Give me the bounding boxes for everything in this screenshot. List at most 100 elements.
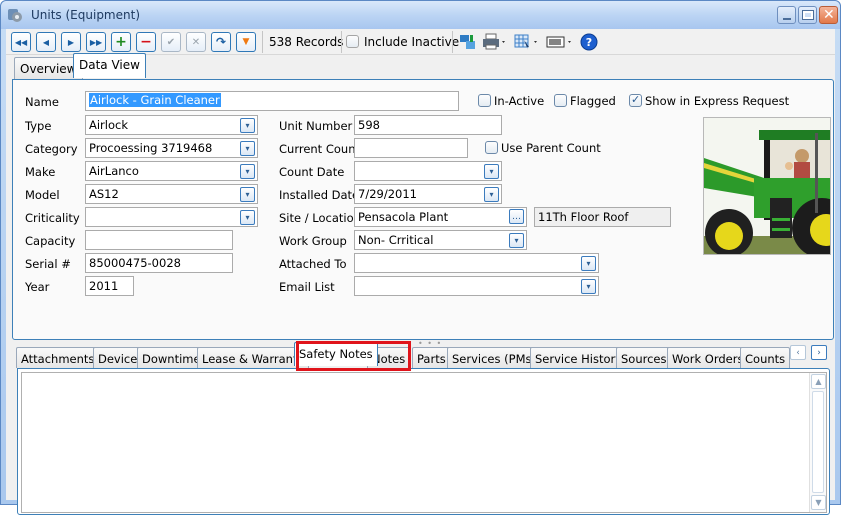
email-list-label: Email List <box>279 280 335 294</box>
toolbar-separator <box>341 31 342 53</box>
chevron-down-icon[interactable]: ▾ <box>484 187 499 202</box>
year-input[interactable]: 2011 <box>85 276 134 296</box>
last-record-button[interactable]: ▶▶ <box>86 32 106 52</box>
category-dropdown[interactable]: Procoessing 3719468 ▾ <box>85 138 258 158</box>
cancel-edit-button[interactable]: ✕ <box>186 32 206 52</box>
tab-downtime[interactable]: Downtime <box>137 347 206 368</box>
model-dropdown[interactable]: AS12 ▾ <box>85 184 258 204</box>
scroll-down-button[interactable]: ▼ <box>811 495 826 510</box>
redo-icon: ↷ <box>215 35 227 49</box>
transfer-button[interactable] <box>459 33 477 51</box>
chevron-down-icon[interactable]: ▾ <box>240 164 255 179</box>
tab-label: Data View <box>79 58 140 72</box>
work-group-value: Non- Crritical <box>358 233 434 247</box>
add-record-button[interactable]: + <box>111 32 131 52</box>
refresh-button[interactable]: ↷ <box>211 32 231 52</box>
previous-record-button[interactable]: ◀ <box>36 32 56 52</box>
chevron-down-icon[interactable]: ▾ <box>581 256 596 271</box>
tractor-photo <box>704 118 830 254</box>
work-group-dropdown[interactable]: Non- Crritical ▾ <box>354 230 527 250</box>
tab-work-orders[interactable]: Work Orders <box>667 347 749 368</box>
name-label: Name <box>25 95 59 109</box>
count-date-picker[interactable]: ▾ <box>354 161 502 181</box>
make-value: AirLanco <box>89 164 139 178</box>
first-record-button[interactable]: ◀◀ <box>11 32 31 52</box>
in-active-checkbox[interactable] <box>478 94 491 107</box>
name-input[interactable]: Airlock - Grain Cleaner <box>85 91 459 111</box>
chevron-down-icon[interactable]: ▾ <box>581 279 596 294</box>
chevron-down-icon[interactable]: ▾ <box>509 233 524 248</box>
email-list-dropdown[interactable]: ▾ <box>354 276 599 296</box>
tab-counts[interactable]: Counts <box>740 347 791 368</box>
tab-service-history[interactable]: Service History <box>530 347 628 368</box>
attached-to-dropdown[interactable]: ▾ <box>354 253 599 273</box>
vertical-scrollbar[interactable]: ▲ ▼ <box>809 373 826 512</box>
scroll-track[interactable] <box>812 391 824 493</box>
serial-input[interactable]: 85000475-0028 <box>85 253 233 273</box>
safety-notes-textarea[interactable]: ▲ ▼ <box>21 372 827 513</box>
flagged-checkbox[interactable] <box>554 94 567 107</box>
tab-device[interactable]: Device <box>93 347 143 368</box>
tab-sources[interactable]: Sources <box>616 347 672 368</box>
show-in-express-request-checkbox[interactable] <box>629 93 642 107</box>
delete-record-button[interactable]: − <box>136 32 156 52</box>
save-record-button[interactable]: ✔ <box>161 32 181 52</box>
tab-label: Services (PMs) <box>452 352 536 366</box>
x-icon: ✕ <box>191 36 201 48</box>
chevron-down-icon[interactable]: ▾ <box>240 210 255 225</box>
site-location-value: Pensacola Plant <box>358 210 449 224</box>
installed-date-picker[interactable]: 7/29/2011 ▾ <box>354 184 502 204</box>
tab-label: Downtime <box>142 352 201 366</box>
tab-data-view[interactable]: Data View <box>73 53 146 78</box>
equipment-photo[interactable] <box>703 117 831 255</box>
capacity-label: Capacity <box>25 234 76 248</box>
units-equipment-window: Units (Equipment) ✕ ◀◀ ◀ ▶ ▶▶ + − ✔ ✕ ↷ … <box>0 0 841 515</box>
sub-location-value: 11Th Floor Roof <box>538 210 629 224</box>
transfer-icon <box>460 35 475 49</box>
capacity-input[interactable] <box>85 230 233 250</box>
site-location-input[interactable]: Pensacola Plant … <box>354 207 527 227</box>
criticality-dropdown[interactable]: ▾ <box>85 207 258 227</box>
tab-label: Overview <box>20 62 77 76</box>
chevron-down-icon[interactable]: ▾ <box>240 118 255 133</box>
include-inactive-checkbox[interactable] <box>346 35 359 48</box>
tab-services-pms[interactable]: Services (PMs) <box>447 347 541 368</box>
toolbar-separator <box>262 31 263 53</box>
site-location-label: Site / Location <box>279 211 361 225</box>
next-icon: ▶ <box>67 37 75 47</box>
chevron-down-icon[interactable]: ▾ <box>484 164 499 179</box>
filter-icon: ▼ <box>242 37 250 47</box>
close-button[interactable]: ✕ <box>819 6 838 24</box>
grid-select-button[interactable] <box>514 33 540 51</box>
filter-button[interactable]: ▼ <box>236 32 256 52</box>
chevron-down-icon[interactable]: ▾ <box>240 187 255 202</box>
scroll-up-button[interactable]: ▲ <box>811 374 826 389</box>
highlight-annotation-box <box>296 341 411 371</box>
tab-scroll-left-button[interactable]: ‹ <box>790 345 806 360</box>
unit-number-input[interactable]: 598 <box>354 115 502 135</box>
window-title: Units (Equipment) <box>31 8 140 22</box>
minimize-button[interactable] <box>777 6 796 24</box>
help-button[interactable]: ? <box>580 33 598 51</box>
tab-attachments[interactable]: Attachments <box>16 347 100 368</box>
print-button[interactable] <box>482 33 508 51</box>
tab-scroll-right-button[interactable]: › <box>811 345 827 360</box>
current-count-input[interactable] <box>354 138 468 158</box>
previous-icon: ◀ <box>42 37 50 47</box>
close-icon: ✕ <box>823 7 835 23</box>
make-dropdown[interactable]: AirLanco ▾ <box>85 161 258 181</box>
next-record-button[interactable]: ▶ <box>61 32 81 52</box>
current-count-label: Current Count <box>279 142 360 156</box>
checkmark-icon: ✔ <box>166 36 176 48</box>
serial-label: Serial # <box>25 257 71 271</box>
tab-lease-warranty[interactable]: Lease & Warranty <box>197 347 310 368</box>
gear-database-icon <box>8 9 22 22</box>
barcode-button[interactable] <box>546 33 574 51</box>
type-dropdown[interactable]: Airlock ▾ <box>85 115 258 135</box>
use-parent-count-checkbox[interactable] <box>485 141 498 154</box>
chevron-down-icon[interactable]: ▾ <box>240 141 255 156</box>
year-value: 2011 <box>89 279 119 293</box>
maximize-button[interactable] <box>798 6 817 24</box>
tab-parts[interactable]: Parts <box>412 347 451 368</box>
ellipsis-browse-icon[interactable]: … <box>509 209 524 224</box>
